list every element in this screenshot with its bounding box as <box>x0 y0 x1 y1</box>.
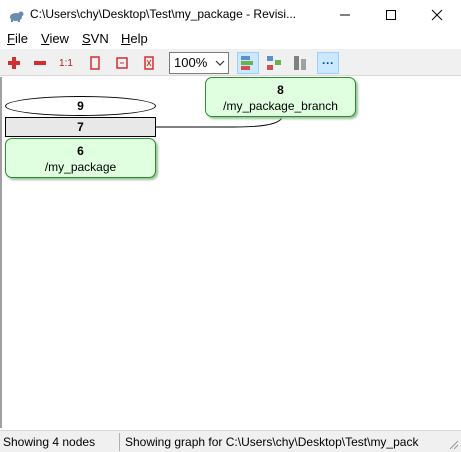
maximize-icon <box>386 9 396 20</box>
fit-height-button[interactable] <box>111 52 133 74</box>
group-branches-button[interactable] <box>237 52 259 74</box>
zoom-select[interactable]: 100% <box>169 52 229 74</box>
menu-bar: File View SVN Help <box>0 29 461 49</box>
fit-height-icon <box>116 57 128 69</box>
revision-number: 9 <box>77 99 84 113</box>
window-title: C:\Users\chy\Desktop\Test\my_package - R… <box>30 7 297 21</box>
menu-help-key: H <box>121 31 131 46</box>
menu-help[interactable]: Help <box>121 31 148 46</box>
group-branches-icon <box>241 56 253 70</box>
revision-path: /my_package <box>44 160 117 174</box>
fit-window-button[interactable] <box>138 52 160 74</box>
revision-graph-canvas[interactable]: 8 /my_package_branch 9 7 6 /my_package <box>0 77 461 428</box>
revision-node-9[interactable]: 9 <box>5 96 156 116</box>
revision-number: 8 <box>277 83 284 97</box>
tortoise-icon <box>10 11 24 22</box>
zoom-in-button[interactable] <box>3 52 25 74</box>
toolbar: 1:1 100% ··· <box>0 49 461 76</box>
zoom-out-button[interactable] <box>29 52 51 74</box>
zoom-1to1-label: 1:1 <box>59 57 73 69</box>
menu-file-label: ile <box>14 31 28 46</box>
menu-svn-key: S <box>82 31 91 46</box>
revision-node-6[interactable]: 6 /my_package <box>5 138 156 178</box>
minimize-icon <box>340 14 350 15</box>
menu-svn[interactable]: SVN <box>82 31 109 46</box>
revision-number: 7 <box>77 120 84 134</box>
status-graph-path: Showing graph for C:\Users\chy\Desktop\T… <box>125 435 419 449</box>
revision-number: 6 <box>77 144 84 158</box>
zoom-in-icon <box>8 57 20 69</box>
revision-node-7[interactable]: 7 <box>5 117 156 137</box>
maximize-button[interactable] <box>368 0 414 29</box>
resize-grip-icon[interactable] <box>447 438 459 450</box>
menu-file[interactable]: File <box>7 31 28 46</box>
zoom-1to1-button[interactable]: 1:1 <box>55 52 77 74</box>
align-trees-icon <box>294 56 306 70</box>
close-button[interactable] <box>414 0 460 29</box>
revision-path: /my_package_branch <box>223 99 338 113</box>
zoom-out-icon <box>34 61 46 65</box>
oldest-on-top-button[interactable] <box>263 52 285 74</box>
menu-help-label: elp <box>130 31 148 46</box>
menu-svn-label: VN <box>90 31 109 46</box>
minimize-button[interactable] <box>322 0 368 29</box>
revision-node-8[interactable]: 8 /my_package_branch <box>205 77 356 117</box>
fit-width-icon <box>90 56 100 70</box>
status-divider <box>119 433 120 451</box>
menu-view[interactable]: View <box>41 31 69 46</box>
show-more-button[interactable]: ··· <box>317 52 339 74</box>
status-node-count: Showing 4 nodes <box>3 435 96 449</box>
show-more-label: ··· <box>322 56 334 70</box>
menu-view-label: iew <box>49 31 69 46</box>
chevron-down-icon <box>215 60 225 66</box>
fit-window-icon <box>144 56 154 70</box>
status-bar: Showing 4 nodes Showing graph for C:\Use… <box>0 430 461 452</box>
close-icon <box>431 9 443 20</box>
title-bar: C:\Users\chy\Desktop\Test\my_package - R… <box>0 0 461 29</box>
fit-width-button[interactable] <box>84 52 106 74</box>
align-trees-button[interactable] <box>289 52 311 74</box>
oldest-on-top-icon <box>267 56 281 70</box>
zoom-value: 100% <box>174 55 208 70</box>
menu-file-key: F <box>7 31 15 46</box>
